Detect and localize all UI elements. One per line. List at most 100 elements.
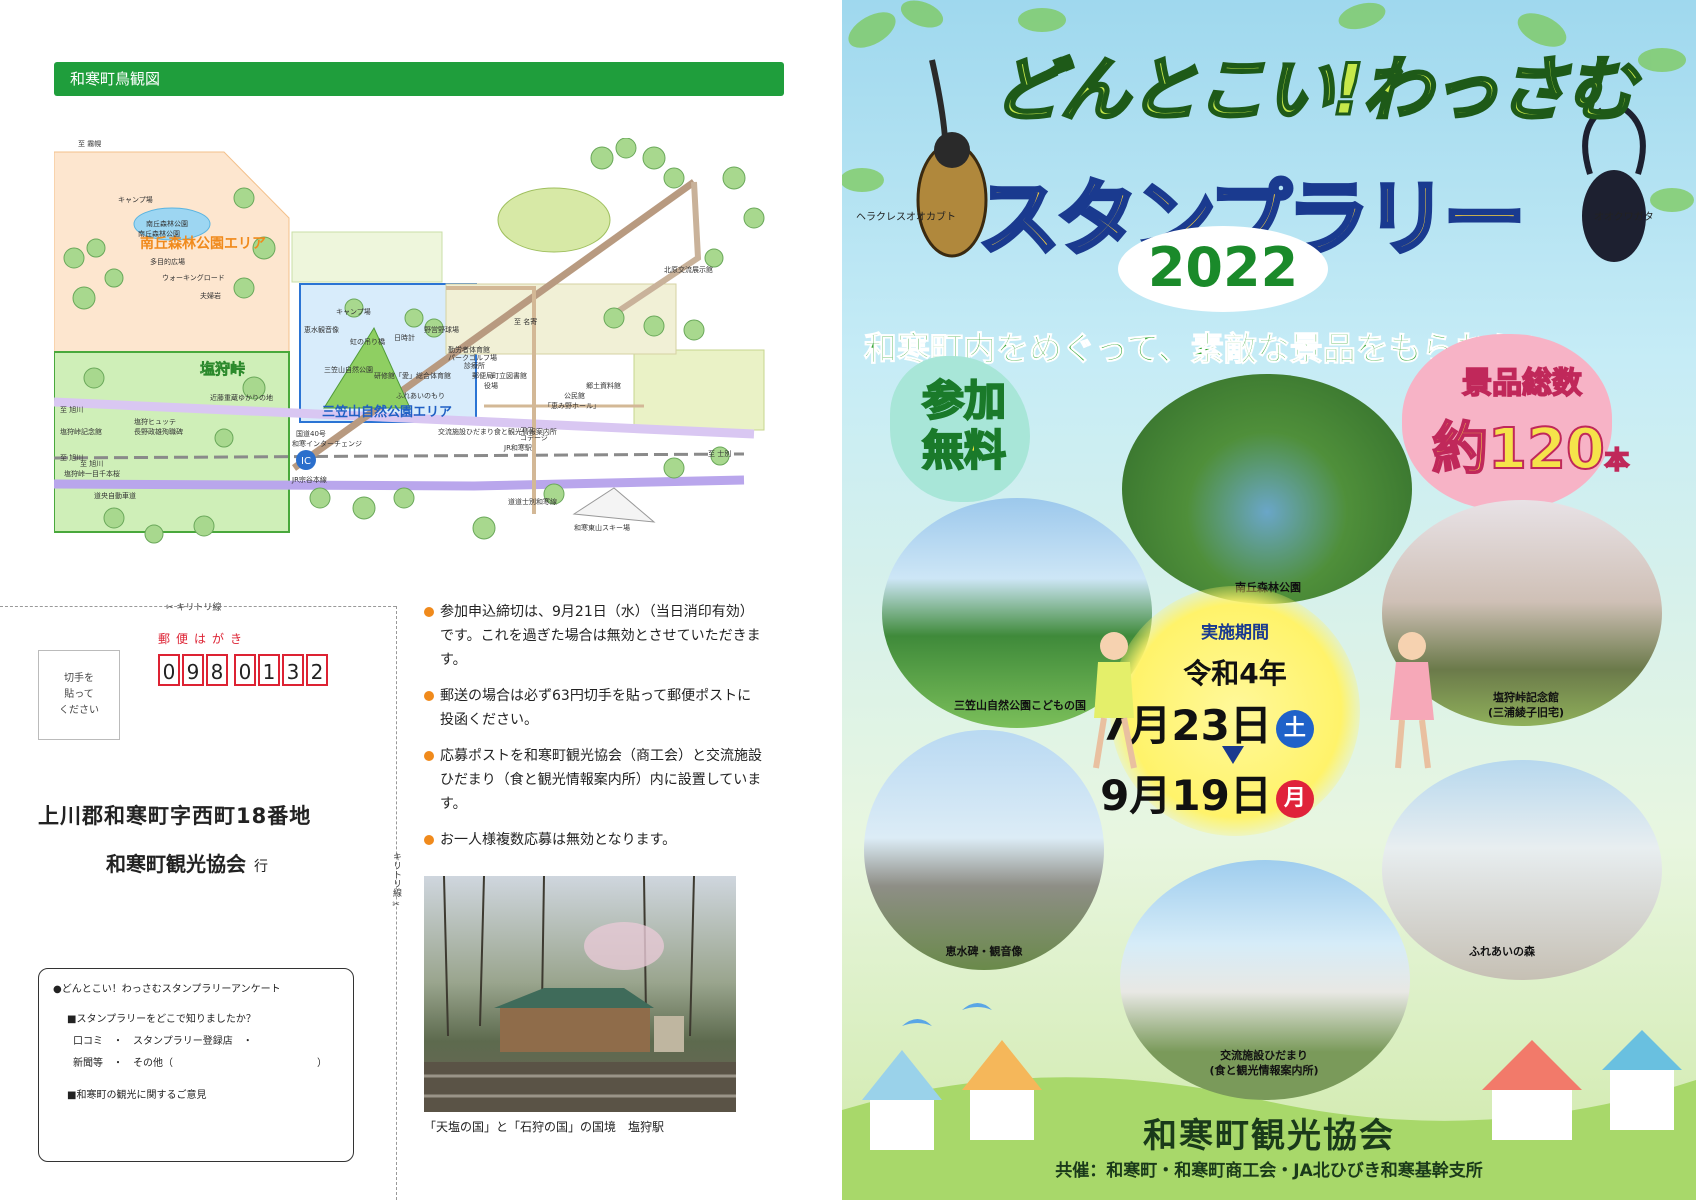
- prize-unit: 本: [1604, 445, 1630, 475]
- cut-label-h: キリトリ線: [176, 603, 222, 613]
- postcard-title: 郵便はがき: [158, 632, 249, 646]
- prize-badge-label: 景品総数: [1461, 365, 1583, 402]
- zip-digit: 9: [182, 654, 204, 686]
- recipient-suffix: 行: [254, 859, 268, 875]
- hiker-girl-right-icon: [1390, 632, 1434, 769]
- beetle-label-left: ヘラクレスオオカブト: [856, 212, 956, 223]
- note-item: 応募ポストを和寒町観光協会（商工会）と交流施設ひだまり（食と観光情報案内所）内に…: [424, 744, 764, 816]
- map-label: 塩狩ヒュッテ: [134, 417, 176, 426]
- label-hidamari: 交流施設ひだまり (食と観光情報案内所): [1209, 1049, 1319, 1077]
- ic-label: IC: [301, 456, 311, 467]
- cut-label-v-text: キリトリ線: [391, 852, 401, 897]
- period-end-day: 月: [1275, 779, 1314, 818]
- map-label: 長野政雄殉職碑: [134, 427, 183, 436]
- stamp-text: 切手を: [64, 673, 94, 684]
- hiker-girl-left-icon: [1093, 632, 1137, 769]
- map-label: 北原交流展示館: [664, 265, 713, 274]
- recipient-name: 和寒町観光協会行: [106, 848, 268, 877]
- station-photo: [424, 876, 736, 1112]
- survey-option-row-1[interactable]: 口コミ ・ スタンプラリー登録店 ・: [73, 1037, 253, 1047]
- survey-box: ●どんとこい！わっさむスタンプラリーアンケート ■スタンプラリーをどこで知りまし…: [38, 968, 354, 1162]
- zip-digit: 8: [206, 654, 228, 686]
- map-label: 南丘森林公園: [146, 219, 188, 228]
- map-label: 至 士別: [708, 449, 731, 458]
- prize-badge-count: 約120本: [1431, 404, 1630, 485]
- map-label: 塩狩峠一目千本桜: [64, 469, 120, 478]
- survey-question-2: ■和寒町の観光に関するご意見: [67, 1090, 207, 1101]
- note-item: 参加申込締切は、9月21日（水）（当日消印有効）です。これを過ぎた場合は無効とさ…: [424, 600, 764, 672]
- period-end-date: 9月19日: [1100, 771, 1272, 820]
- map-label: キャンプ場: [336, 307, 371, 316]
- map-label: JR和寒駅: [503, 443, 532, 452]
- map-label: JR宗谷本線: [291, 475, 327, 484]
- map-label: 野営野球場: [424, 325, 459, 334]
- period-start-day: 土: [1275, 709, 1314, 748]
- map-label: 三笠山自然公園: [324, 365, 373, 374]
- map-label: 和寒東山スキー場: [574, 523, 630, 532]
- prize-count: 約120: [1431, 416, 1606, 483]
- note-item: 郵送の場合は必ず63円切手を貼って郵便ポストに投函ください。: [424, 684, 764, 732]
- zip-code-boxes: 0 9 8 0 1 3 2: [158, 654, 330, 686]
- free-badge-text: 参加 無料: [921, 375, 1042, 476]
- map-label: 郵便局: [472, 371, 493, 380]
- recipient-address: 上川郡和寒町字西町18番地: [38, 804, 312, 828]
- map-label: 多目的広場: [150, 257, 185, 266]
- map-label: 至 旭川: [60, 405, 83, 414]
- recipient-name-text: 和寒町観光協会: [106, 852, 246, 876]
- stamp-box: 切手を 貼って ください: [38, 650, 120, 740]
- map-label: 道央自動車道: [94, 491, 136, 500]
- map-label: 至 霧幌: [78, 139, 101, 148]
- map-label: 役場: [484, 381, 498, 390]
- map-label: 南丘森林公園: [138, 229, 180, 238]
- cut-label-v: キリトリ線 ✂: [391, 852, 401, 910]
- sponsors-text: 共催：和寒町・和寒町商工会・JA北ひびき和寒基幹支所: [1055, 1161, 1483, 1181]
- map-header: 和寒町鳥観図: [54, 62, 784, 96]
- area-title-shiokari: 塩狩峠: [200, 360, 245, 378]
- map-label: コテージ: [520, 434, 548, 442]
- map-label: 日時計: [394, 333, 415, 342]
- area-title-mikasayama: 三笠山自然公園エリア: [322, 404, 452, 420]
- hercules-beetle-icon: [916, 59, 988, 258]
- map-label: 至 名寄: [514, 317, 537, 326]
- map-label: 郷土資料館: [586, 381, 621, 390]
- minamioka-area-shape: [54, 151, 290, 359]
- cover-year: 2022: [1147, 236, 1299, 299]
- free-badge-line2: 無料: [921, 425, 1007, 476]
- zip-digit: 0: [158, 654, 180, 686]
- label-shiokari: 塩狩峠記念館 (三浦綾子旧宅): [1487, 691, 1565, 719]
- map-label: 虹の吊り橋: [350, 337, 385, 346]
- cover-page: ヘラクレスオオカブト オオクワガタ どんとこい!わっさむ スタンプラリー 202…: [842, 0, 1696, 1200]
- zip-digit: 1: [258, 654, 280, 686]
- note-item: お一人様複数応募は無効となります。: [424, 828, 764, 852]
- zip-digit: 3: [282, 654, 304, 686]
- map-label: 至 旭川: [80, 459, 103, 468]
- map-label: パークゴルフ場: [448, 353, 497, 362]
- map-label: ふれあいのもり: [396, 392, 445, 400]
- zip-digit: 2: [306, 654, 328, 686]
- label-fureai: ふれあいの森: [1469, 945, 1535, 958]
- map-label: 「恵み野ホール」: [544, 401, 600, 410]
- survey-option-row-2[interactable]: 新聞等 ・ その他（: [73, 1059, 173, 1069]
- map-label: 塩狩峠記念館: [60, 427, 102, 436]
- stamp-text: ください: [59, 705, 99, 716]
- survey-question-1: ■スタンプラリーをどこで知りましたか？: [67, 1014, 256, 1025]
- map-label: キャンプ場: [118, 195, 153, 204]
- map-label: 和寒インターチェンジ: [292, 439, 362, 448]
- beetle-label-right: オオクワガタ: [1594, 212, 1654, 223]
- free-badge-line1: 参加: [921, 375, 1007, 426]
- stamp-text: 貼って: [64, 689, 94, 700]
- bird-eye-map: IC 南丘森林公園エリア 塩狩峠 三笠山自然公園エリア 至 霧幌 キャンプ場 南…: [54, 138, 784, 568]
- survey-option-close: ）: [317, 1058, 327, 1069]
- map-label: 恵水観音像: [304, 325, 339, 334]
- cover-title-line1: どんとこい!わっさむ: [991, 48, 1638, 133]
- organizer-name: 和寒町観光協会: [1143, 1116, 1395, 1156]
- zip-digit: 0: [234, 654, 256, 686]
- map-label: 研修館「愛」総合体育館: [374, 371, 451, 380]
- map-label: 近藤重蔵ゆかりの地: [210, 393, 273, 402]
- map-label: 道道士別和寒線: [508, 497, 557, 506]
- notes-list: 参加申込締切は、9月21日（水）（当日消印有効）です。これを過ぎた場合は無効とさ…: [424, 600, 764, 864]
- label-keisui: 恵水碑・観音像: [945, 945, 1023, 958]
- scissors-icon: ✂ キリトリ線: [166, 603, 222, 613]
- left-page: 和寒町鳥観図 IC 南丘森林公園エリア 塩狩峠 三笠山自然公園エリア 至 霧幌 …: [0, 0, 842, 1200]
- map-label: 夫婦岩: [200, 291, 221, 300]
